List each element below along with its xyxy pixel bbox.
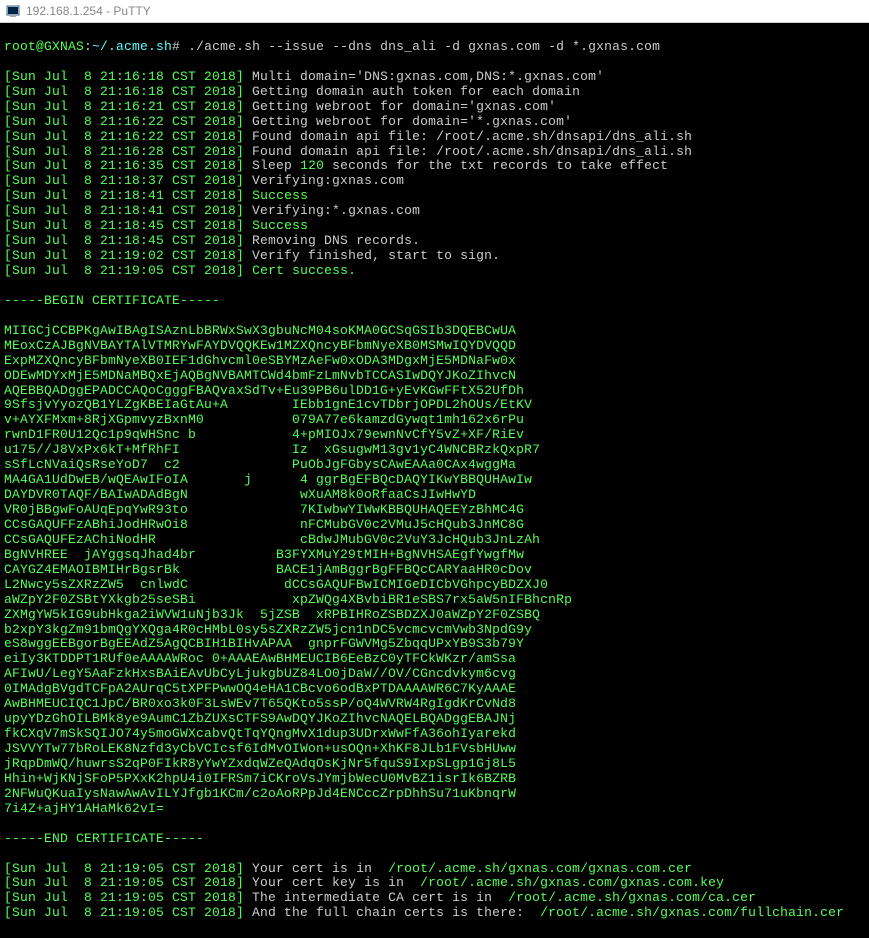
cert-line: jRqpDmWQ/huwrsS2qP0FIkR8yYwYZxdqWZeQAdqO… (4, 757, 865, 772)
cert-line: 7i4Z+ajHY1AHaMk62vI= (4, 802, 865, 817)
cert-line: ODEwMDYxMjE5MDNaMBQxEjAQBgNVBAMTCWd4bmFz… (4, 369, 865, 384)
cert-begin: -----BEGIN CERTIFICATE----- (4, 294, 865, 309)
cert-line: DAYDVR0TAQF/BAIwADAdBgN wXuAM8k0oRfaaCsJ… (4, 488, 865, 503)
log-line: [Sun Jul 8 21:16:35 CST 2018] Sleep 120 … (4, 159, 865, 174)
footer-line: [Sun Jul 8 21:19:05 CST 2018] Your cert … (4, 862, 865, 877)
log-line: [Sun Jul 8 21:16:22 CST 2018] Getting we… (4, 115, 865, 130)
cert-line: ExpMZXQncyBFbmNyeXB0IEF1dGhvcml0eSBYMzAe… (4, 354, 865, 369)
cert-line: MIIGCjCCBPKgAwIBAgISAznLbBRWxSwX3gbuNcM0… (4, 324, 865, 339)
cert-line: aWZpY2F0ZSBtYXkgb25seSBi xpZWQg4XBvbiBR1… (4, 593, 865, 608)
prompt-line: root@GXNAS:~/.acme.sh# ./acme.sh --issue… (4, 40, 865, 55)
prompt-hash: # (172, 39, 180, 54)
cert-line: u175//J8VxPx6kT+MfRhFI Iz xGsugwM13gv1yC… (4, 443, 865, 458)
footer-line: [Sun Jul 8 21:19:05 CST 2018] The interm… (4, 891, 865, 906)
cert-line: ZXMgYW5kIG9ubHkga2iWVW1uNjb3Jk 5jZSB xRP… (4, 608, 865, 623)
command-text: ./acme.sh --issue --dns dns_ali -d gxnas… (180, 39, 660, 54)
cert-line: eiIy3KTDDPT1RUf0eAAAAWRoc 0+AAAEAwBHMEUC… (4, 652, 865, 667)
cert-line: fkCXqV7mSkSQIJO74y5moGWXcabvQtTqYQngMvX1… (4, 727, 865, 742)
terminal-output[interactable]: root@GXNAS:~/.acme.sh# ./acme.sh --issue… (0, 23, 869, 938)
cert-end: -----END CERTIFICATE----- (4, 832, 865, 847)
cert-line: sSfLcNVaiQsRseYoD7 c2 PuObJgFGbysCAwEAAa… (4, 458, 865, 473)
log-line: [Sun Jul 8 21:16:18 CST 2018] Getting do… (4, 85, 865, 100)
cert-line: upyYDzGhOILBMk8ye9AumC1ZbZUXsCTFS9AwDQYJ… (4, 712, 865, 727)
log-line: [Sun Jul 8 21:19:02 CST 2018] Verify fin… (4, 249, 865, 264)
footer-line: [Sun Jul 8 21:19:05 CST 2018] Your cert … (4, 876, 865, 891)
cert-line: JSVVYTw77bRoLEK8Nzfd3yCbVCIcsf6IdMvOIWon… (4, 742, 865, 757)
log-line: [Sun Jul 8 21:18:41 CST 2018] Verifying:… (4, 204, 865, 219)
cert-line: AQEBBQADggEPADCCAQoCgggFBAQvaxSdTv+Eu39P… (4, 384, 865, 399)
log-line: [Sun Jul 8 21:19:05 CST 2018] Cert succe… (4, 264, 865, 279)
log-line: [Sun Jul 8 21:16:21 CST 2018] Getting we… (4, 100, 865, 115)
prompt-user-host: root@GXNAS (4, 39, 84, 54)
cert-line: CCsGAQUFEzAChiNodHR cBdwJMubGV0c2VuY3JcH… (4, 533, 865, 548)
cert-line: VR0jBBgwFoAUqEpqYwR93to 7KIwbwYIWwKBBQUH… (4, 503, 865, 518)
log-line: [Sun Jul 8 21:16:18 CST 2018] Multi doma… (4, 70, 865, 85)
prompt-colon: : (84, 39, 92, 54)
footer-line: [Sun Jul 8 21:19:05 CST 2018] And the fu… (4, 906, 865, 921)
cert-line: Hhin+WjKNjSFoP5PXxK2hpU4i0IFRSm7iCKroVsJ… (4, 772, 865, 787)
putty-icon (6, 4, 20, 18)
cert-line: CAYGZ4EMAOIBMIHrBgsrBk BACE1jAmBggrBgFFB… (4, 563, 865, 578)
cert-line: MEoxCzAJBgNVBAYTAlVTMRYwFAYDVQQKEw1MZXQn… (4, 339, 865, 354)
cert-line: MA4GA1UdDwEB/wQEAwIFoIA j 4 ggrBgEFBQcDA… (4, 473, 865, 488)
cert-line: CCsGAQUFFzABhiJodHRwOi8 nFCMubGV0c2VMuJ5… (4, 518, 865, 533)
cert-line: AFIwU/LegY5AaFzkHxsBAiEAvUbCyLjukgbUZ84L… (4, 667, 865, 682)
log-line: [Sun Jul 8 21:18:37 CST 2018] Verifying:… (4, 174, 865, 189)
cert-line: b2xpY3kgZm91bmQgYXQga4R0cHMbL0sy5sZXRzZW… (4, 623, 865, 638)
log-line: [Sun Jul 8 21:16:22 CST 2018] Found doma… (4, 130, 865, 145)
log-line: [Sun Jul 8 21:18:41 CST 2018] Success (4, 189, 865, 204)
window-titlebar: 192.168.1.254 - PuTTY (0, 0, 869, 23)
log-line: [Sun Jul 8 21:18:45 CST 2018] Success (4, 219, 865, 234)
cert-line: v+AYXFMxm+8RjXGpmvyzBxnM0 079A77e6kamzdG… (4, 413, 865, 428)
cert-line: 2NFWuQKuaIysNawAwAvILYJfgb1KCm/c2oAoRPpJ… (4, 787, 865, 802)
cert-line: AwBHMEUCIQC1JpC/BR0xo3k0F3LsWEv7T65QKto5… (4, 697, 865, 712)
cert-line: 0IMAdgBVgdTCFpA2AUrqC5tXPFPwwOQ4eHA1CBcv… (4, 682, 865, 697)
cert-line: L2Nwcy5sZXRzZW5 cnlwdC dCCsGAQUFBwICMIGe… (4, 578, 865, 593)
cert-line: eS8wggEEBgorBgEEAdZ5AgQCBIH1BIHvAPAA gnp… (4, 637, 865, 652)
cert-line: 9SfsjvYyozQB1YLZgKBEIaGtAu+A IEbb1gnE1cv… (4, 398, 865, 413)
log-line: [Sun Jul 8 21:18:45 CST 2018] Removing D… (4, 234, 865, 249)
window-title: 192.168.1.254 - PuTTY (26, 4, 151, 18)
prompt-path: ~/.acme.sh (92, 39, 172, 54)
log-line: [Sun Jul 8 21:16:28 CST 2018] Found doma… (4, 145, 865, 160)
cert-line: rwnD1FR0U12Qc1p9qWHSnc b 4+pMIOJx79ewnNv… (4, 428, 865, 443)
cert-line: BgNVHREE jAYggsqJhad4br B3FYXMuY29tMIH+B… (4, 548, 865, 563)
